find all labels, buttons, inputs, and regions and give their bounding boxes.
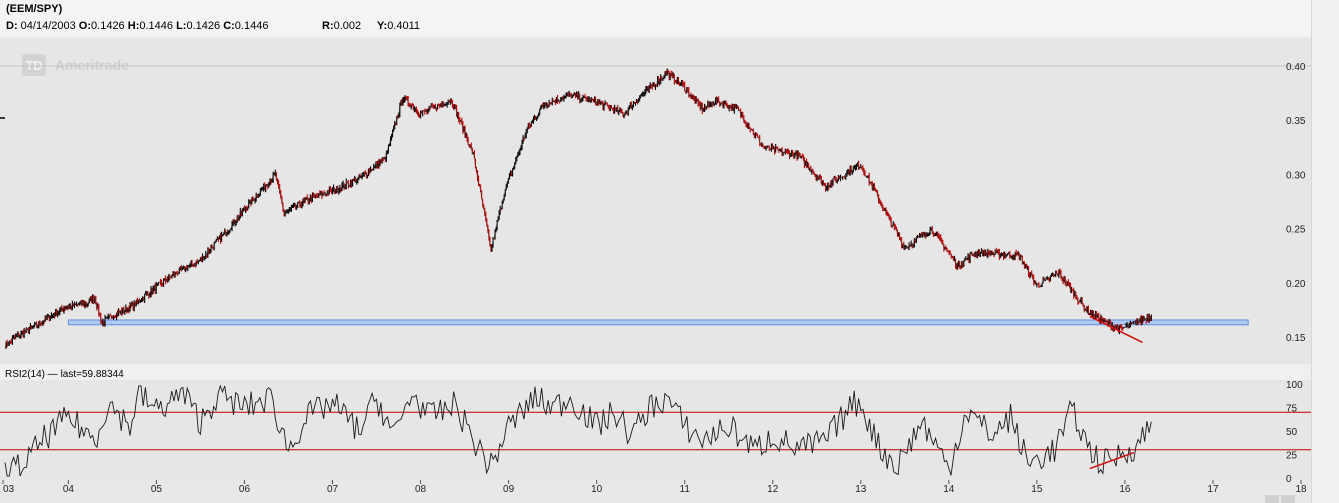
time-tick-label-06: 06 — [239, 484, 251, 495]
time-tick-label-12: 12 — [767, 484, 779, 495]
price-tick-label-3: 0.25 — [1286, 225, 1306, 236]
price-chart: TD Ameritrade 0.40 0.35 0.30 0.25 0.20 0.15 R… — [0, 38, 1311, 503]
time-axis-strip — [0, 480, 1311, 503]
rsi-tick-label-4: 0 — [1286, 474, 1292, 485]
time-tick-label-04: 04 — [63, 484, 75, 495]
rsi-tick-label-1: 75 — [1286, 404, 1298, 415]
time-tick-label-18: 18 — [1295, 484, 1307, 495]
right-scrollbar[interactable] — [1311, 0, 1339, 503]
time-tick-label-10: 10 — [591, 484, 603, 495]
watermark-brand: Ameritrade — [55, 57, 129, 73]
rsi-tick-label-0: 100 — [1286, 380, 1303, 391]
price-tick-label-5: 0.15 — [1286, 333, 1306, 344]
scroll-right-button[interactable] — [1281, 495, 1295, 503]
time-tick-label-16: 16 — [1119, 484, 1131, 495]
rsi-header-label: RSI2(14) — last=59.88344 — [5, 369, 124, 380]
time-tick-label-11: 11 — [680, 484, 691, 495]
price-tick-label-4: 0.20 — [1286, 279, 1306, 290]
price-tick-label-2: 0.30 — [1286, 170, 1306, 181]
time-tick-label-03: 03 — [3, 484, 15, 495]
rsi-panel-background — [0, 380, 1311, 480]
price-tick-label-1: 0.35 — [1286, 116, 1306, 127]
time-tick-label-08: 08 — [415, 484, 427, 495]
support-band-rect — [67, 319, 1249, 326]
time-tick-label-17: 17 — [1207, 484, 1219, 495]
price-tick-label-0: 0.40 — [1286, 62, 1306, 73]
time-tick-label-14: 14 — [943, 484, 955, 495]
rsi-tick-label-3: 25 — [1286, 451, 1298, 462]
time-tick-label-07: 07 — [327, 484, 339, 495]
time-tick-label-15: 15 — [1031, 484, 1043, 495]
scroll-left-button[interactable] — [1265, 495, 1279, 503]
support-band[interactable] — [67, 319, 1249, 326]
ameritrade-watermark: TD Ameritrade — [22, 54, 129, 76]
time-tick-label-09: 09 — [503, 484, 515, 495]
rsi-tick-label-2: 50 — [1286, 427, 1298, 438]
time-tick-label-13: 13 — [855, 484, 867, 495]
time-tick-label-05: 05 — [151, 484, 163, 495]
